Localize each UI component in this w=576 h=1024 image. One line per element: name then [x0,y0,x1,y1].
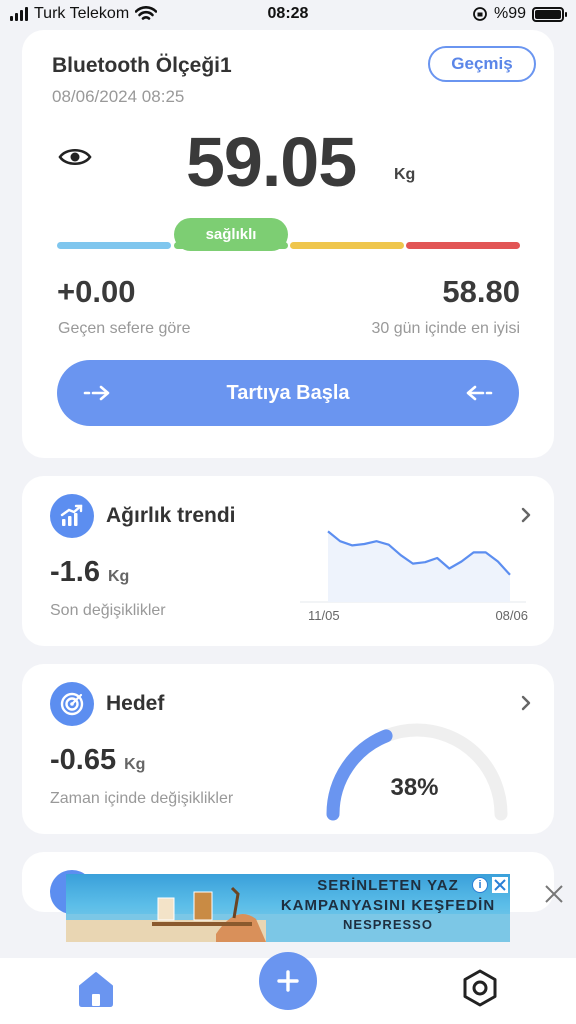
arrow-left-icon [466,385,493,401]
goal-progress-gauge [326,723,508,821]
trend-title: Ağırlık trendi [106,504,236,527]
ad-close-small-icon[interactable] [492,877,508,893]
add-button[interactable] [259,952,317,1010]
trend-x-start-label: 11/05 [308,608,340,623]
goal-title: Hedef [106,692,165,715]
bmi-segment-obese [406,242,520,249]
ad-info-icon[interactable]: i [472,877,488,893]
goal-percent: 38% [390,774,439,801]
change-caption: Geçen sefere göre [58,320,191,337]
weight-value: 59.05 [186,123,357,201]
close-icon[interactable] [543,883,565,905]
weight-unit: Kg [394,166,416,183]
trend-value-unit: Kg [107,568,130,585]
status-right: %99 [472,5,567,23]
battery-fill [535,9,561,19]
ad-line-2: KAMPANYASINI KEŞFEDİN [280,897,496,914]
chevron-right-icon[interactable] [520,694,532,712]
measurement-date: 08/06/2024 08:25 [52,87,185,106]
battery-percent: %99 [493,5,526,22]
weight-trend-card[interactable]: Ağırlık trendi -1.6 Kg Son değişiklikler … [22,476,554,646]
ad-brand: NESPRESSO [343,917,433,932]
home-icon[interactable] [76,970,116,1008]
trend-mini-chart: 11/05 08/06 [300,530,528,623]
goal-value-number: -0.65 [50,744,117,776]
arrow-right-icon [83,385,110,401]
status-bar: Turk Telekom 08:28 %99 [0,0,576,30]
start-weighing-button[interactable]: Tartıya Başla [57,360,519,426]
history-button[interactable]: Geçmiş [428,46,536,82]
health-status-badge: sağlıklı [174,218,288,251]
weight-summary-card: Bluetooth Ölçeği1 08/06/2024 08:25 Geçmi… [22,30,554,458]
battery-icon [532,6,567,22]
bmi-segment-overweight [290,242,404,249]
eye-icon[interactable] [58,146,92,168]
goal-value: -0.65 Kg [50,744,145,777]
best-value: 58.80 [442,274,520,309]
settings-icon[interactable] [460,968,500,1008]
bottom-nav [0,952,576,1024]
orientation-lock-icon [473,7,487,21]
trend-caption: Son değişiklikler [50,602,166,619]
best-caption: 30 gün içinde en iyisi [371,320,520,337]
plus-icon [277,970,299,992]
change-value: +0.00 [57,274,136,309]
ad-banner[interactable]: SERİNLETEN YAZ KAMPANYASINI KEŞFEDİN NES… [66,874,510,942]
goal-card[interactable]: Hedef -0.65 Kg Zaman içinde değişiklikler… [22,664,554,834]
goal-caption: Zaman içinde değişiklikler [50,790,234,807]
trend-value: -1.6 Kg [50,556,129,589]
bmi-segment-underweight [57,242,171,249]
device-name: Bluetooth Ölçeği1 [52,54,232,77]
trend-x-end-label: 08/06 [495,608,528,623]
start-weighing-label: Tartıya Başla [226,381,350,404]
trend-area [328,531,510,602]
goal-value-unit: Kg [124,756,146,773]
trend-value-number: -1.6 [50,556,100,588]
trend-chart-icon [50,494,94,538]
target-icon [50,682,94,726]
chevron-right-icon[interactable] [520,506,532,524]
